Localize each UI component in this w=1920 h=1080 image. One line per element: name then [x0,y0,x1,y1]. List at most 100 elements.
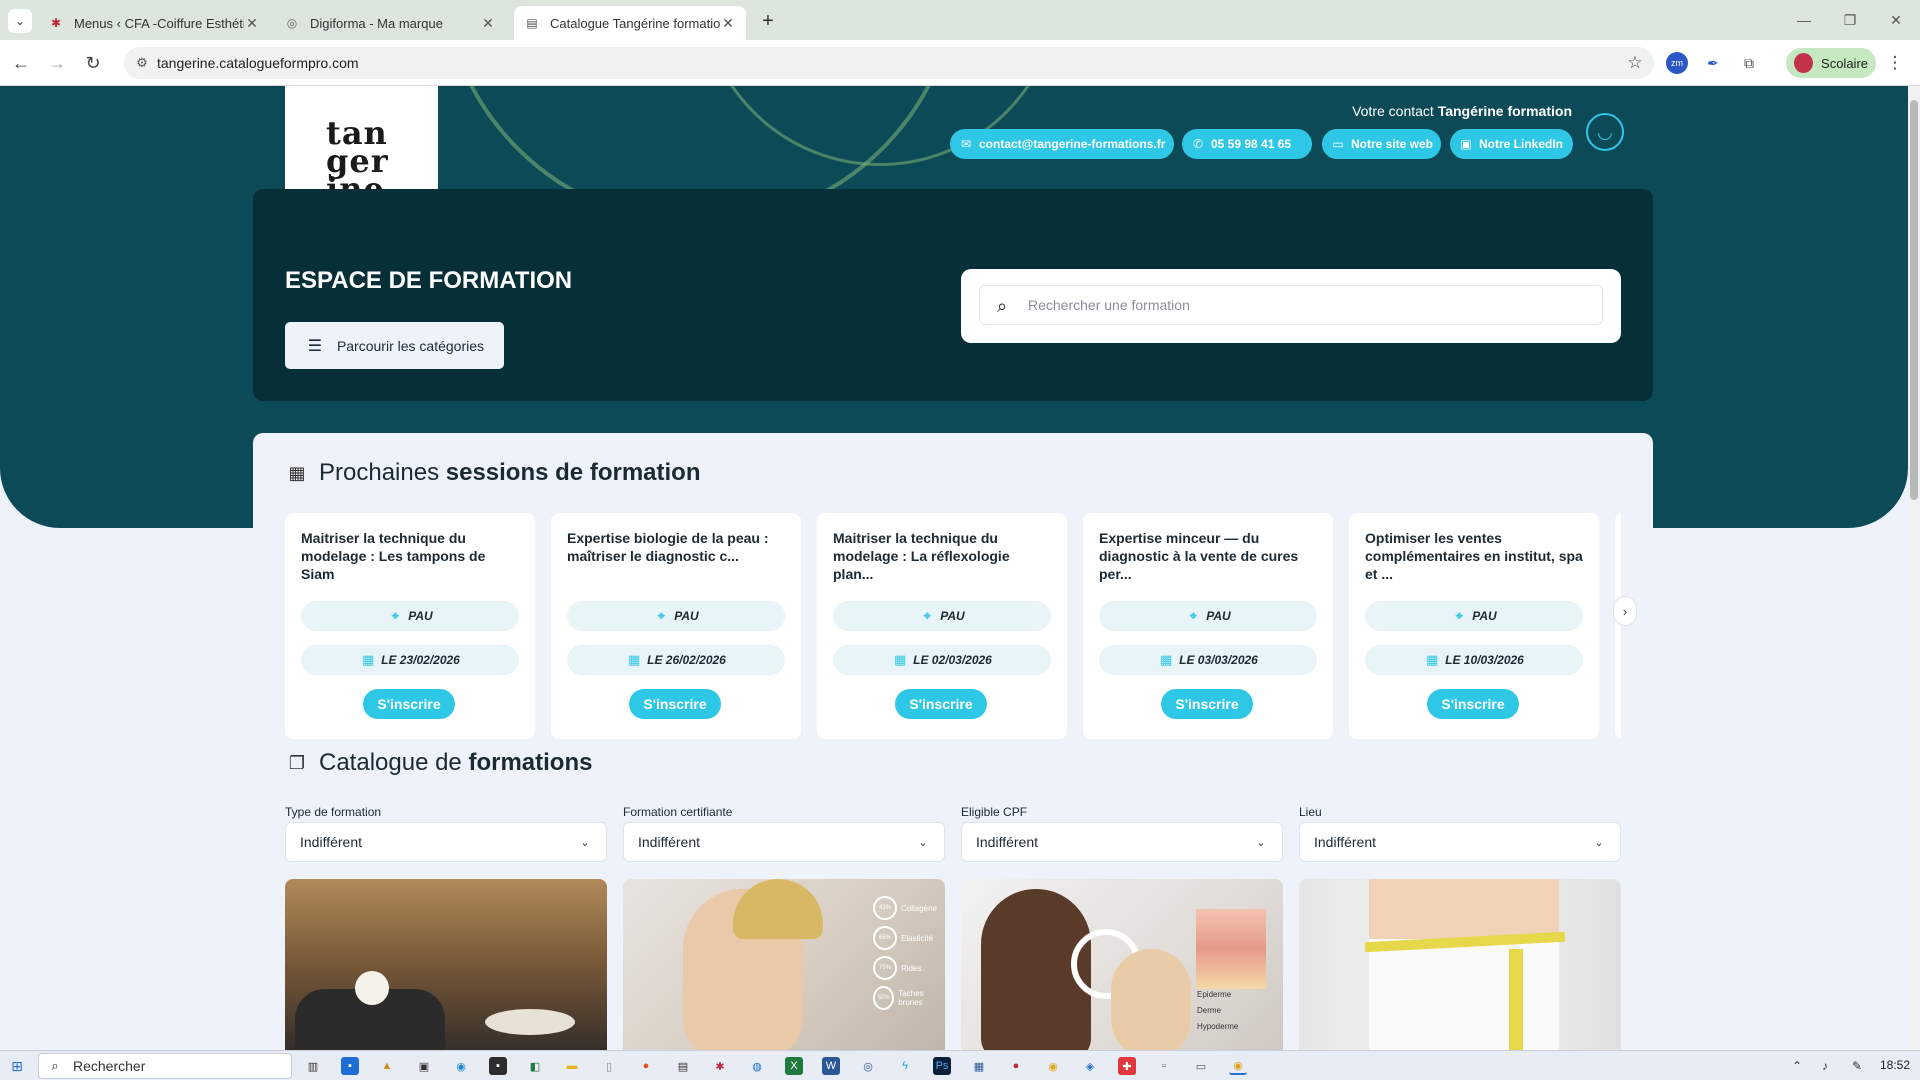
taskbar-search[interactable]: ⌕ Rechercher [38,1053,292,1079]
hair-shape [733,879,823,939]
browser-tab-catalogue[interactable]: ▤ Catalogue Tangérine formation ✕ [514,6,746,40]
taskbar-app-icon[interactable]: ▦ [970,1057,988,1075]
browser-tab-cfa[interactable]: ✱ Menus ‹ CFA -Coiffure Esthétiq ✕ [38,6,270,40]
website-button[interactable]: ▭ Notre site web [1322,129,1441,159]
formation-thumbnail-slimming[interactable] [1299,879,1621,1050]
calendar-icon: ▦ [1425,652,1439,667]
pen-icon[interactable]: ✎ [1848,1057,1866,1075]
taskbar-clock[interactable]: 18:52 [1880,1058,1910,1072]
session-title[interactable]: Maitriser la technique du modelage : Les… [301,529,521,583]
flower-shape [355,971,389,1005]
browser-tab-digiforma[interactable]: ◎ Digiforma - Ma marque ✕ [274,6,506,40]
volume-icon[interactable]: ♪ [1816,1057,1834,1075]
session-card[interactable]: Expertise biologie de la peau : maîtrise… [551,513,801,739]
taskbar-app-icon[interactable]: ✚ [1118,1057,1136,1075]
session-card[interactable]: Maitriser la technique du modelage : La … [817,513,1067,739]
filter-certifiante-select[interactable]: Indifférent ⌄ [623,822,945,862]
excel-icon[interactable]: X [785,1057,803,1075]
profile-button[interactable]: Scolaire [1786,48,1876,78]
tab-search-chevron-icon[interactable]: ⌄ [8,9,32,33]
session-card[interactable]: Maitriser la technique du modelage : Les… [285,513,535,739]
chrome-icon[interactable]: ◉ [1044,1057,1062,1075]
filter-cpf-select[interactable]: Indifférent ⌄ [961,822,1283,862]
session-card[interactable]: Expertise minceur — du diagnostic à la v… [1083,513,1333,739]
browse-categories-button[interactable]: ☰ Parcourir les catégories [285,322,504,369]
user-account-icon[interactable]: ◡ [1586,113,1624,151]
taskbar-app-icon[interactable]: ▫ [1155,1057,1173,1075]
register-button[interactable]: S'inscrire [895,689,987,719]
scrollbar-thumb[interactable] [1910,100,1918,500]
taskbar-app-icon[interactable]: ▤ [674,1057,692,1075]
firefox-icon[interactable]: ● [637,1057,655,1075]
session-title[interactable]: Expertise minceur — du diagnostic à la v… [1099,529,1319,583]
close-icon[interactable]: ✕ [720,15,736,31]
close-icon[interactable]: ✕ [244,15,260,31]
address-bar[interactable]: ⚙ tangerine.catalogueformpro.com ☆ [124,47,1654,79]
session-card[interactable]: Optimiser les ventes complémentaires en … [1349,513,1599,739]
photoshop-icon[interactable]: Ps [933,1057,951,1075]
formation-thumbnail-spa[interactable] [285,879,607,1050]
back-arrow-icon[interactable]: ← [8,50,34,76]
taskbar-app-icon[interactable]: ▪ [489,1057,507,1075]
filter-label-type: Type de formation [285,805,382,819]
calendar-icon: ▦ [627,652,641,667]
mail-icon: ✉ [960,137,972,151]
minimize-icon[interactable]: — [1792,8,1816,32]
url-text[interactable]: tangerine.catalogueformpro.com [157,55,359,71]
session-date: ▦ LE 23/02/2026 [301,645,519,675]
linkedin-button[interactable]: ▣ Notre LinkedIn [1450,129,1573,159]
filter-lieu-select[interactable]: Indifférent ⌄ [1299,822,1621,862]
windows-start-icon[interactable]: ⊞ [8,1057,26,1075]
taskbar-app-icon[interactable]: ▪ [341,1057,359,1075]
restore-icon[interactable]: ❐ [1838,8,1862,32]
window-close-icon[interactable]: ✕ [1884,8,1908,32]
vlc-icon[interactable]: ▲ [378,1057,396,1075]
filter-type-select[interactable]: Indifférent ⌄ [285,822,607,862]
file-explorer-icon[interactable]: ▬ [563,1057,581,1075]
document-icon[interactable]: ▯ [600,1057,618,1075]
chevron-right-icon[interactable]: › [1613,596,1637,626]
register-button[interactable]: S'inscrire [1161,689,1253,719]
linkedin-icon: ▣ [1460,137,1472,151]
taskbar-app-icon[interactable]: ▭ [1192,1057,1210,1075]
session-title[interactable]: Optimiser les ventes complémentaires en … [1365,529,1585,583]
reload-icon[interactable]: ↻ [80,50,106,76]
formation-thumbnail-skin-biology[interactable]: 43% Collagène 65% Elasticité 75% Rides 50% T… [623,879,945,1050]
taskbar-app-icon[interactable]: ◎ [859,1057,877,1075]
register-button[interactable]: S'inscrire [629,689,721,719]
browser-menu-icon[interactable]: ⋮ [1884,52,1906,74]
site-info-icon[interactable]: ⚙ [132,53,152,73]
zoom-extension-icon[interactable]: zm [1666,52,1688,74]
forward-arrow-icon[interactable]: → [44,50,70,76]
close-icon[interactable]: ✕ [480,15,496,31]
skin-layers-diagram [1196,909,1266,989]
formation-thumbnail-skin-diagnosis[interactable]: Epiderme Derme Hypoderme [961,879,1283,1050]
tray-chevron-up-icon[interactable]: ⌃ [1788,1057,1806,1075]
register-button[interactable]: S'inscrire [363,689,455,719]
taskbar-app-icon[interactable]: ▣ [415,1057,433,1075]
filter-label-cpf: Eligible CPF [961,805,1028,819]
edge-icon[interactable]: ◉ [452,1057,470,1075]
bookmark-star-icon[interactable]: ☆ [1624,52,1646,74]
task-view-icon[interactable]: ▥ [304,1057,322,1075]
taskbar-app-icon[interactable]: ◍ [748,1057,766,1075]
taskbar-app-icon[interactable]: ✱ [711,1057,729,1075]
session-title[interactable]: Maitriser la technique du modelage : La … [833,529,1053,583]
taskbar-app-icon[interactable]: ◈ [1081,1057,1099,1075]
word-icon[interactable]: W [822,1057,840,1075]
filter-label-certifiante: Formation certifiante [623,805,733,819]
extensions-puzzle-icon[interactable]: ⧉ [1738,52,1760,74]
new-tab-plus-icon[interactable]: + [756,9,780,33]
taskbar-app-icon[interactable]: ● [1007,1057,1025,1075]
phone-button[interactable]: ✆ 05 59 98 41 65 [1182,129,1312,159]
feather-extension-icon[interactable]: ✒ [1702,52,1724,74]
taskbar-app-icon[interactable]: ϟ [896,1057,914,1075]
search-input[interactable] [979,285,1603,325]
session-card-partial[interactable] [1615,513,1621,739]
session-title[interactable]: Expertise biologie de la peau : maîtrise… [567,529,787,565]
chrome-active-icon[interactable]: ◉ [1229,1057,1247,1075]
email-button[interactable]: ✉ contact@tangerine-formations.fr [950,129,1174,159]
register-button[interactable]: S'inscrire [1427,689,1519,719]
taskbar-app-icon[interactable]: ◧ [526,1057,544,1075]
page-scrollbar[interactable] [1908,86,1920,1050]
